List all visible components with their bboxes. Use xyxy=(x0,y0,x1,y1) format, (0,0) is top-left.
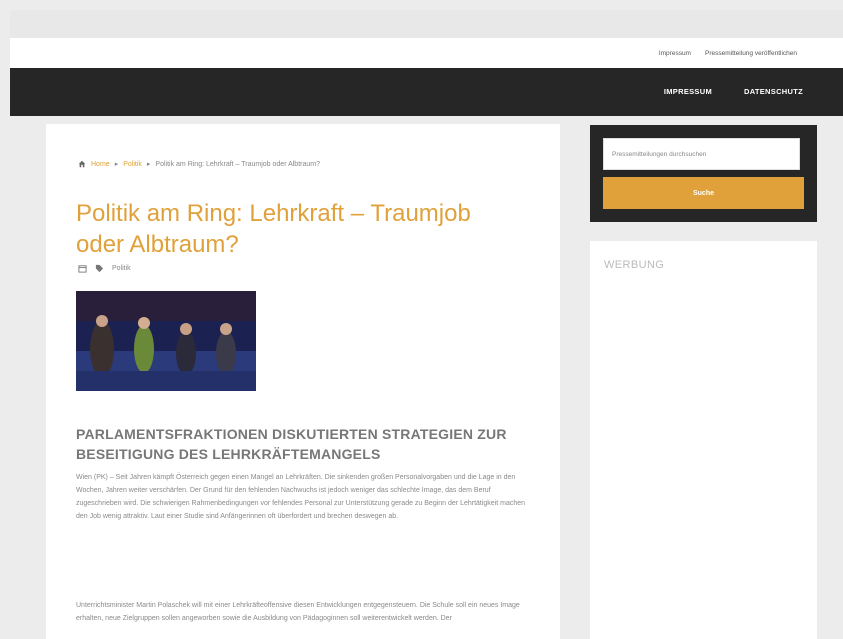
article-container: Home ▸ Politik ▸ Politik am Ring: Lehrkr… xyxy=(46,124,560,639)
chevron-right-icon: ▸ xyxy=(146,161,151,168)
top-link-impressum[interactable]: Impressum xyxy=(659,50,691,57)
breadcrumb-current: Politik am Ring: Lehrkraft – Traumjob od… xyxy=(155,160,320,168)
ad-title: WERBUNG xyxy=(604,259,665,271)
search-button[interactable]: Suche xyxy=(603,177,804,209)
breadcrumb-category[interactable]: Politik xyxy=(123,161,142,168)
top-bar: Impressum Pressemitteilung veröffentlich… xyxy=(10,38,843,68)
chevron-right-icon: ▸ xyxy=(114,161,119,168)
sidebar-ad-widget: WERBUNG xyxy=(590,241,817,639)
article-subheading: PARLAMENTSFRAKTIONEN DISKUTIERTEN STRATE… xyxy=(76,425,507,462)
nav-item-impressum[interactable]: IMPRESSUM xyxy=(664,87,712,96)
calendar-icon xyxy=(78,265,87,273)
breadcrumb: Home ▸ Politik ▸ Politik am Ring: Lehrkr… xyxy=(78,160,320,168)
home-icon xyxy=(78,160,86,168)
article-paragraph: Unterrichtsminister Martin Polaschek wil… xyxy=(76,602,520,622)
sidebar-search-widget: Pressemitteilungen durchsuchen Suche xyxy=(590,125,817,222)
article-title: Politik am Ring: Lehrkraft – Traumjob od… xyxy=(76,200,471,259)
tag-icon xyxy=(95,264,104,273)
article-category[interactable]: Politik xyxy=(112,265,131,272)
top-links: Impressum Pressemitteilung veröffentlich… xyxy=(659,50,797,57)
breadcrumb-home[interactable]: Home xyxy=(91,161,110,168)
search-input[interactable]: Pressemitteilungen durchsuchen xyxy=(603,138,800,170)
article-image xyxy=(76,291,256,391)
main-nav: IMPRESSUM DATENSCHUTZ xyxy=(10,68,843,116)
nav-item-datenschutz[interactable]: DATENSCHUTZ xyxy=(744,87,803,96)
top-strip xyxy=(10,10,843,38)
top-link-press-release[interactable]: Pressemitteilung veröffentlichen xyxy=(705,50,797,57)
article-meta: Politik xyxy=(78,264,131,273)
article-paragraph: Wien (PK) – Seit Jahren kämpft Österreic… xyxy=(76,474,526,520)
